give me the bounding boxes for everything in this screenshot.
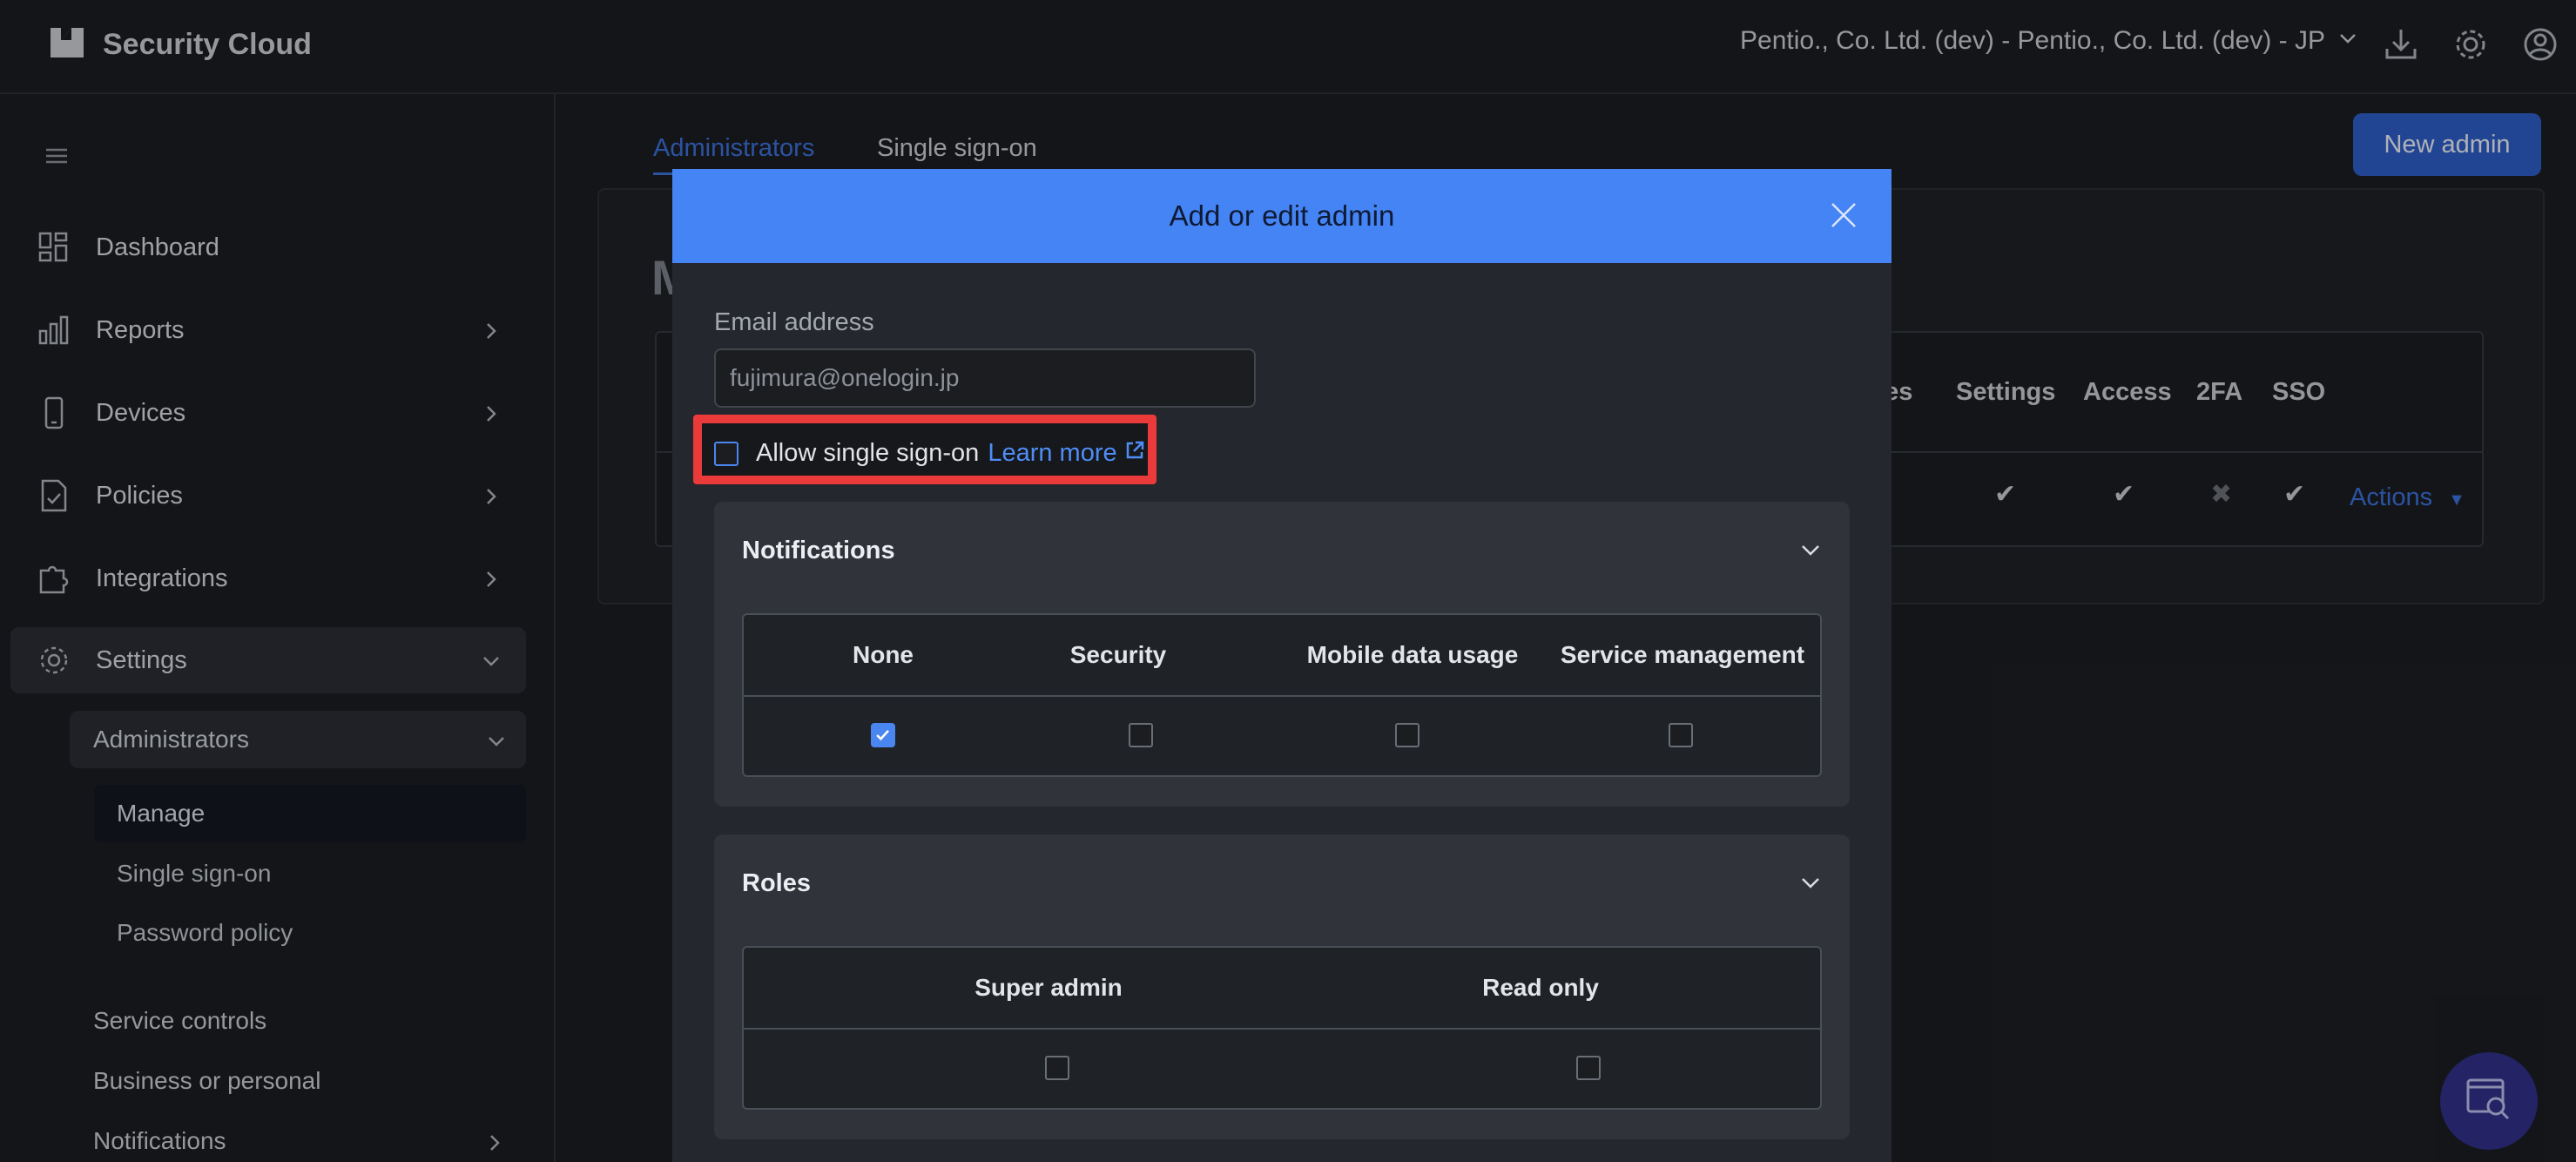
sidebar-item-service-controls[interactable]: Service controls	[93, 1007, 266, 1035]
search-window-icon	[2463, 1073, 2515, 1130]
caret-down-icon: ▼	[2448, 490, 2465, 510]
allow-sso-row: Allow single sign-on Learn more	[714, 439, 1145, 468]
bar-chart-icon	[37, 313, 71, 348]
download-icon[interactable]	[2383, 26, 2419, 63]
sidebar-item-notifications[interactable]: Notifications	[93, 1127, 226, 1155]
mobile-data-usage-checkbox[interactable]	[1395, 723, 1419, 747]
cross-icon: ✖	[2210, 480, 2233, 509]
super-admin-checkbox[interactable]	[1045, 1056, 1069, 1080]
column-header-mobile-data-usage: Mobile data usage	[1306, 641, 1519, 668]
sidebar-item-label: Dashboard	[96, 233, 219, 261]
read-only-checkbox[interactable]	[1576, 1056, 1601, 1080]
column-header-service-management: Service management	[1560, 641, 1805, 668]
column-header-2fa: 2FA	[2196, 378, 2243, 406]
sidebar-item-reports[interactable]: Reports	[10, 297, 526, 363]
sidebar-item-label: Manage	[117, 800, 206, 827]
allow-sso-checkbox[interactable]	[714, 441, 738, 466]
sidebar-item-integrations[interactable]: Integrations	[10, 545, 526, 611]
notifications-table: None Security Mobile data usage Service …	[742, 613, 1822, 777]
security-checkbox[interactable]	[1129, 723, 1153, 747]
sidebar-item-label: Policies	[96, 481, 183, 510]
chevron-right-icon	[481, 320, 502, 341]
puzzle-icon	[37, 561, 71, 596]
column-header-sso: SSO	[2272, 378, 2326, 406]
table-divider	[744, 695, 1820, 697]
chevron-right-icon	[481, 402, 502, 423]
gear-icon	[37, 643, 71, 678]
top-bar: Security Cloud Pentio., Co. Ltd. (dev) -…	[0, 0, 2576, 94]
sidebar-item-dashboard[interactable]: Dashboard	[10, 214, 526, 280]
sidebar-item-single-sign-on[interactable]: Single sign-on	[94, 845, 526, 902]
column-header-super-admin: Super admin	[974, 974, 1123, 1001]
support-chat-button[interactable]	[2440, 1052, 2538, 1150]
sidebar-item-password-policy[interactable]: Password policy	[94, 904, 526, 962]
sidebar-item-policies[interactable]: Policies	[10, 463, 526, 529]
column-header-access: Access	[2083, 378, 2172, 406]
sidebar-item-administrators[interactable]: Administrators	[70, 711, 526, 768]
chevron-down-icon[interactable]	[1799, 871, 1822, 894]
policy-doc-icon	[37, 478, 71, 513]
user-account-icon[interactable]	[2522, 26, 2559, 63]
section-title: Roles	[742, 869, 811, 897]
sidebar-item-devices[interactable]: Devices	[10, 380, 526, 446]
org-switcher[interactable]: Pentio., Co. Ltd. (dev) - Pentio., Co. L…	[1740, 26, 2358, 56]
section-title: Notifications	[742, 537, 895, 564]
org-label: Pentio., Co. Ltd. (dev) - Pentio., Co. L…	[1740, 26, 2325, 55]
sidebar-item-label: Reports	[96, 315, 185, 344]
learn-more-label: Learn more	[988, 439, 1117, 467]
check-icon: ✔	[2113, 480, 2135, 509]
column-header-security: Security	[1069, 641, 1167, 668]
check-icon: ✔	[2283, 480, 2306, 509]
dialog-title: Add or edit admin	[1169, 199, 1395, 232]
notifications-section: Notifications None Security Mobile data …	[714, 502, 1850, 807]
email-field[interactable]	[714, 348, 1256, 408]
email-label: Email address	[714, 308, 874, 336]
dialog-header: Add or edit admin	[672, 169, 1892, 263]
chevron-right-icon	[481, 485, 502, 506]
phone-icon	[37, 395, 71, 430]
sidebar-item-settings[interactable]: Settings	[10, 627, 526, 693]
close-icon[interactable]	[1829, 200, 1858, 230]
table-divider	[744, 1028, 1820, 1030]
security-cloud-logo-icon	[47, 23, 87, 67]
chevron-down-icon	[2325, 26, 2358, 56]
dashboard-icon	[37, 230, 71, 265]
sidebar-item-label: Integrations	[96, 564, 228, 592]
sidebar-item-label: Devices	[96, 398, 186, 427]
chevron-right-icon	[481, 568, 502, 589]
external-link-icon	[1117, 439, 1145, 468]
tab-administrators[interactable]: Administrators	[653, 134, 814, 163]
sidebar-item-label: Administrators	[93, 726, 249, 753]
column-header-none: None	[853, 641, 914, 668]
sidebar-item-label: Settings	[96, 645, 187, 674]
sidebar-item-business-or-personal[interactable]: Business or personal	[93, 1067, 320, 1095]
gear-icon[interactable]	[2452, 26, 2489, 63]
brand-name: Security Cloud	[103, 28, 312, 61]
allow-sso-label: Allow single sign-on	[756, 439, 980, 467]
tab-single-sign-on[interactable]: Single sign-on	[877, 134, 1037, 163]
column-header-read-only: Read only	[1482, 974, 1599, 1001]
actions-label: Actions	[2350, 483, 2433, 511]
chevron-right-icon	[484, 1132, 505, 1153]
check-icon: ✔	[1994, 480, 2017, 509]
menu-toggle-icon[interactable]	[44, 143, 70, 169]
chevron-down-icon[interactable]	[1799, 538, 1822, 561]
service-management-checkbox[interactable]	[1669, 723, 1693, 747]
sidebar-item-manage[interactable]: Manage	[94, 785, 526, 842]
sidebar: Dashboard Reports Devices Policies Integ…	[0, 94, 556, 1162]
chevron-down-icon	[486, 730, 507, 751]
learn-more-link[interactable]: Learn more	[988, 439, 1144, 468]
column-header-settings: Settings	[1956, 378, 2056, 406]
sidebar-item-label: Password policy	[117, 919, 293, 946]
roles-table: Super admin Read only	[742, 946, 1822, 1110]
chevron-down-icon	[481, 650, 502, 671]
brand[interactable]: Security Cloud	[47, 23, 312, 67]
actions-dropdown[interactable]: Actions ▼	[2350, 483, 2465, 512]
add-edit-admin-dialog: Add or edit admin Email address Allow si…	[672, 169, 1892, 1162]
new-admin-button[interactable]: New admin	[2353, 113, 2541, 176]
roles-section: Roles Super admin Read only	[714, 834, 1850, 1139]
none-checkbox[interactable]	[871, 723, 895, 747]
sidebar-item-label: Single sign-on	[117, 860, 272, 887]
